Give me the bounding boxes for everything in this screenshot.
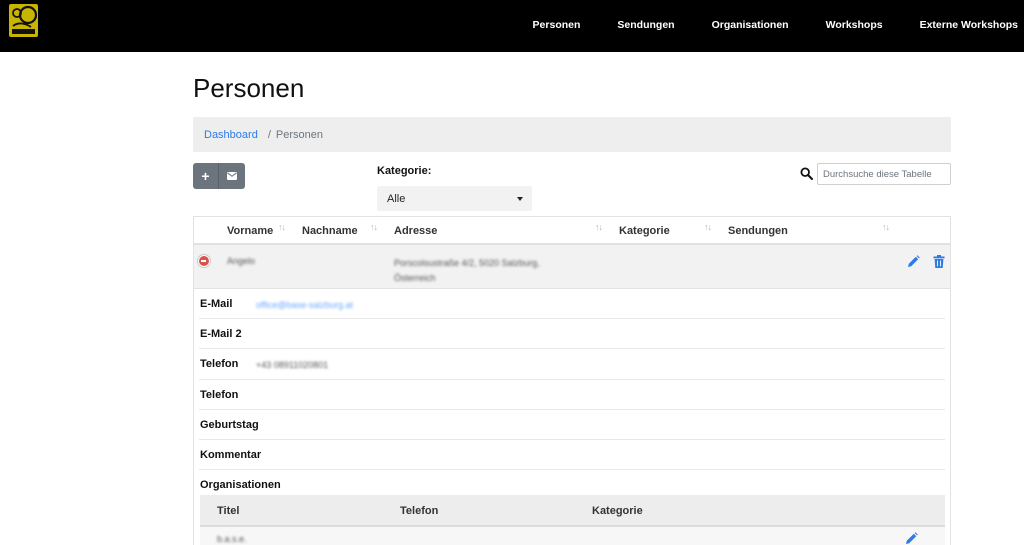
sort-icon[interactable]: ↑↓: [370, 222, 378, 232]
table-row[interactable]: b.a.s.e.: [200, 527, 945, 545]
column-header-adresse[interactable]: Adresse: [394, 225, 437, 237]
caret-down-icon: [517, 197, 523, 201]
column-header-sendungen[interactable]: Sendungen: [728, 225, 788, 237]
detail-value-phone: +43 08911020801: [256, 360, 329, 371]
detail-row-birthday: Geburtstag: [199, 410, 945, 440]
breadcrumb: Dashboard / Personen: [193, 117, 951, 152]
category-filter-label: Kategorie:: [377, 165, 432, 177]
detail-label: Telefon: [200, 358, 239, 371]
detail-label: E-Mail 2: [200, 328, 242, 341]
detail-label: Geburtstag: [200, 418, 259, 431]
navbar: Personen Sendungen Organisationen Worksh…: [0, 0, 1024, 52]
nav-menu: Personen Sendungen Organisationen Worksh…: [496, 0, 1018, 50]
breadcrumb-current: Personen: [275, 128, 323, 141]
table-search-input[interactable]: [817, 163, 951, 185]
detail-row-email-2: E-Mail 2: [199, 319, 945, 350]
action-button-group: +: [193, 163, 245, 189]
detail-label: Kommentar: [200, 448, 262, 461]
sort-icon[interactable]: ↑↓: [704, 222, 712, 232]
envelope-icon: [227, 172, 237, 180]
table-header: Vorname ↑↓ Nachname ↑↓ Adresse ↑↓ Katego…: [194, 217, 950, 245]
detail-row-phone-2: Telefon: [199, 380, 945, 410]
org-column-header-telefon: Telefon: [400, 505, 439, 517]
breadcrumb-separator: /: [267, 128, 271, 141]
column-header-kategorie[interactable]: Kategorie: [619, 225, 670, 237]
add-person-button[interactable]: +: [193, 163, 219, 189]
category-filter-value: Alle: [387, 192, 406, 205]
breadcrumb-dashboard-link[interactable]: Dashboard: [204, 129, 258, 141]
collapse-row-icon[interactable]: [198, 255, 210, 267]
sort-icon[interactable]: ↑↓: [595, 222, 603, 232]
detail-value-email[interactable]: office@base-salzburg.at: [256, 300, 353, 310]
column-header-vorname[interactable]: Vorname: [227, 225, 273, 237]
nav-link-personen[interactable]: Personen: [533, 19, 581, 31]
plus-icon: +: [201, 168, 210, 184]
nav-link-externe-workshops[interactable]: Externe Workshops: [920, 19, 1018, 31]
row-detail-panel: E-Mail office@base-salzburg.at E-Mail 2 …: [194, 289, 950, 500]
sort-icon[interactable]: ↑↓: [882, 222, 890, 232]
organisations-subtable-header: Titel Telefon Kategorie: [200, 495, 945, 527]
address-line-1: Porscolsustraße 4/2, 5020 Salzburg,: [394, 258, 540, 268]
detail-row-comment: Kommentar: [199, 440, 945, 471]
nav-link-workshops[interactable]: Workshops: [826, 19, 883, 31]
detail-label: E-Mail: [200, 298, 233, 310]
cell-address: Porscolsustraße 4/2, 5020 Salzburg, Öste…: [394, 256, 540, 286]
detail-row-phone: Telefon +43 08911020801: [199, 349, 945, 380]
category-filter-select[interactable]: Alle: [377, 186, 532, 211]
nav-link-organisationen[interactable]: Organisationen: [712, 19, 789, 31]
address-line-2: Österreich: [394, 273, 436, 283]
page-title: Personen: [193, 73, 305, 103]
persons-table: Vorname ↑↓ Nachname ↑↓ Adresse ↑↓ Katego…: [193, 216, 951, 545]
table-row[interactable]: Angelo Porscolsustraße 4/2, 5020 Salzbur…: [194, 245, 950, 289]
trash-icon[interactable]: [933, 255, 945, 268]
detail-label: Telefon: [200, 388, 239, 401]
send-mail-button[interactable]: [219, 163, 245, 189]
sort-icon[interactable]: ↑↓: [278, 222, 286, 232]
search-icon: [800, 167, 813, 180]
radiofabrik-logo-icon[interactable]: [9, 4, 38, 37]
organisations-subtable: Titel Telefon Kategorie b.a.s.e.: [200, 495, 945, 545]
detail-row-email: E-Mail office@base-salzburg.at: [199, 289, 945, 320]
pencil-icon[interactable]: [907, 255, 920, 268]
cell-firstname: Angelo: [227, 256, 256, 266]
detail-label: Organisationen: [200, 479, 281, 492]
pencil-icon[interactable]: [905, 532, 918, 545]
org-column-header-kategorie: Kategorie: [592, 505, 643, 517]
column-header-nachname[interactable]: Nachname: [302, 225, 358, 237]
nav-link-sendungen[interactable]: Sendungen: [617, 19, 674, 31]
org-column-header-titel: Titel: [217, 505, 240, 517]
org-cell-title: b.a.s.e.: [217, 534, 247, 544]
